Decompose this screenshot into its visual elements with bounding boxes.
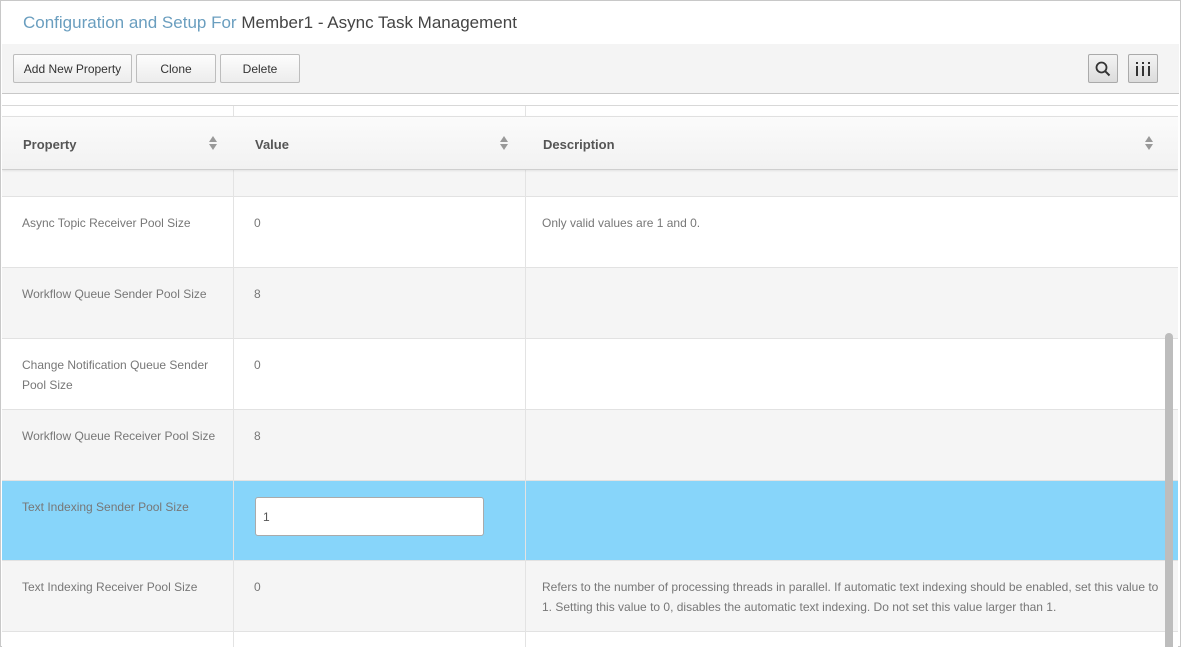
table-row[interactable]: Workflow Queue Receiver Pool Size 8 [2,410,1178,481]
cell-property: Workflow Queue Sender Pool Size [22,287,207,301]
column-header-description[interactable]: Description [543,117,615,171]
column-divider [525,106,526,647]
table-row[interactable]: Async Topic Receiver Pool Size 0 Only va… [2,197,1178,268]
cell-description: Only valid values are 1 and 0. [542,216,701,230]
delete-button[interactable]: Delete [220,54,300,83]
table-row[interactable]: Workflow Queue Sender Pool Size 8 [2,268,1178,339]
cell-value[interactable]: 0 [254,577,261,597]
sort-icon[interactable] [209,136,218,150]
grid-body: Async Topic Receiver Pool Size 0 Only va… [2,120,1178,632]
cell-property: Text Indexing Sender Pool Size [22,500,189,514]
cell-value[interactable]: 0 [254,355,261,375]
cell-property: Workflow Queue Receiver Pool Size [22,429,216,443]
table-row[interactable]: Change Notification Queue Sender Pool Si… [2,339,1178,410]
title-member-name: Member1 - Async Task Management [241,13,517,32]
title-prefix: Configuration and Setup For [23,13,237,32]
clone-button[interactable]: Clone [136,54,216,83]
properties-grid: Property Value Description Async Topic R… [2,105,1178,647]
table-row[interactable]: Text Indexing Receiver Pool Size 0 Refer… [2,561,1178,632]
column-header-property[interactable]: Property [23,117,76,171]
cell-value[interactable]: 0 [254,213,261,233]
app-window: Configuration and Setup For Member1 - As… [0,0,1181,647]
cell-property: Change Notification Queue Sender Pool Si… [22,358,209,392]
add-new-property-button[interactable]: Add New Property [13,54,132,83]
page-header: Configuration and Setup For Member1 - As… [2,2,1179,44]
columns-button[interactable] [1128,54,1158,83]
column-header-value[interactable]: Value [255,117,289,171]
cell-value[interactable]: 8 [254,284,261,304]
cell-property: Async Topic Receiver Pool Size [22,216,191,230]
vertical-scrollbar[interactable] [1165,333,1173,647]
value-edit-input[interactable] [255,497,484,536]
grid-header: Property Value Description [2,116,1178,170]
sort-icon[interactable] [1145,136,1154,150]
cell-description: Refers to the number of processing threa… [542,580,1159,614]
page-title: Configuration and Setup For Member1 - As… [23,13,517,33]
sort-icon[interactable] [500,136,509,150]
toolbar: Add New Property Clone Delete [2,44,1179,94]
column-divider [233,106,234,647]
cell-property: Text Indexing Receiver Pool Size [22,580,198,594]
table-row-selected[interactable]: Text Indexing Sender Pool Size [2,481,1178,561]
columns-icon [1136,61,1150,76]
cell-value[interactable]: 8 [254,426,261,446]
search-button[interactable] [1088,54,1118,83]
search-icon [1095,61,1111,76]
